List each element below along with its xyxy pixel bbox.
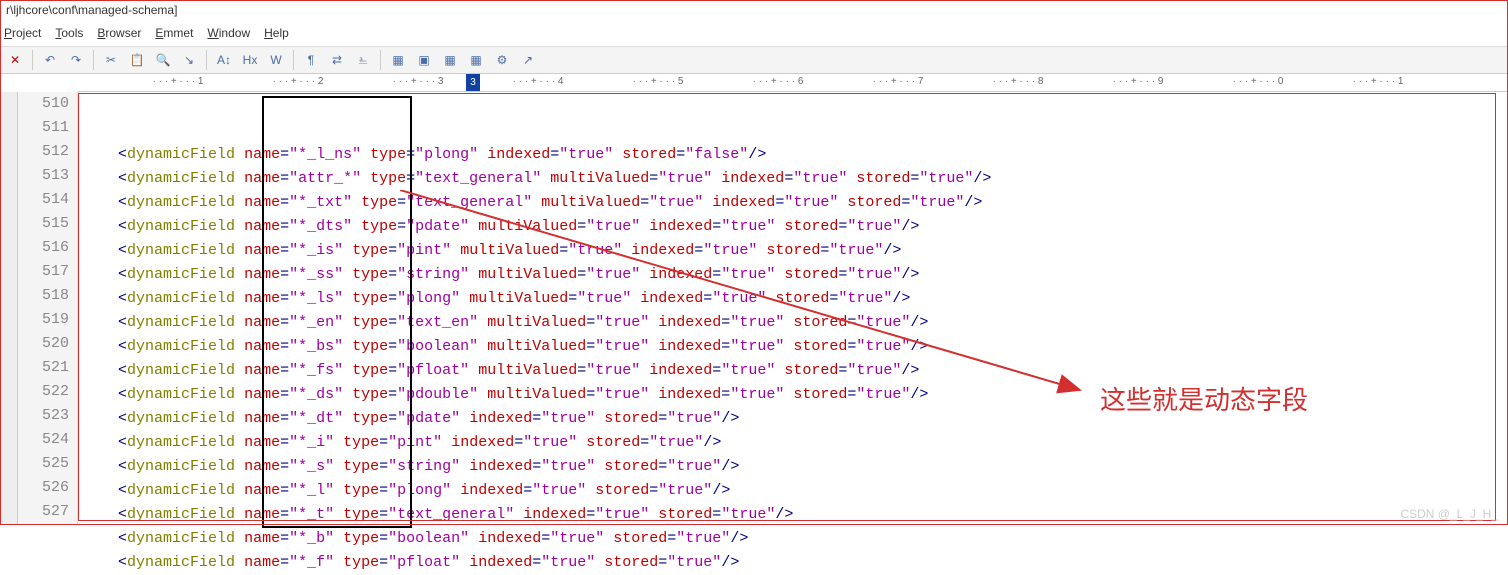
- ruler-mark: · · · + · · · 7: [873, 76, 924, 87]
- redo-icon: ↷: [71, 53, 81, 67]
- scissors-icon: ✂: [106, 53, 116, 67]
- ruler-caret: 3: [466, 74, 480, 92]
- code-area[interactable]: <dynamicField name="*_l_ns" type="plong"…: [78, 92, 1508, 525]
- undo-button[interactable]: ↶: [39, 49, 61, 71]
- close-x-red-icon: ✕: [10, 53, 20, 67]
- line-number: 516: [18, 236, 69, 260]
- code-line[interactable]: <dynamicField name="*_s" type="string" i…: [82, 455, 1508, 479]
- line-number: 527: [18, 500, 69, 524]
- indent-icon: ⇄: [332, 53, 342, 67]
- line-number-gutter: 5105115125135145155165175185195205215225…: [18, 92, 78, 525]
- code-line[interactable]: <dynamicField name="*_f" type="pfloat" i…: [82, 551, 1508, 575]
- outdent-icon: ¶: [308, 53, 314, 67]
- code-line[interactable]: <dynamicField name="*_l" type="plong" in…: [82, 479, 1508, 503]
- line-number: 517: [18, 260, 69, 284]
- line-number: 521: [18, 356, 69, 380]
- line-number: 522: [18, 380, 69, 404]
- ruler-mark: · · · + · · · 4: [513, 76, 564, 87]
- search-icon: 🔍: [156, 53, 171, 67]
- code-line[interactable]: <dynamicField name="*_en" type="text_en"…: [82, 311, 1508, 335]
- ruler-mark: · · · + · · · 6: [753, 76, 804, 87]
- goto-icon: ↘: [184, 53, 194, 67]
- line-number: 520: [18, 332, 69, 356]
- menu-tools[interactable]: Tools: [55, 26, 83, 44]
- scissors-button[interactable]: ✂: [100, 49, 122, 71]
- font-large-icon: A↕: [217, 53, 231, 67]
- run3-icon: ▦: [470, 53, 481, 67]
- ruler-mark: · · · + · · · 2: [273, 76, 324, 87]
- redo-button[interactable]: ↷: [65, 49, 87, 71]
- ruler-mark: · · · + · · · 5: [633, 76, 684, 87]
- line-number: 511: [18, 116, 69, 140]
- plugin-icon: ⚙: [497, 53, 508, 67]
- code-line[interactable]: <dynamicField name="*_l_ns" type="plong"…: [82, 143, 1508, 167]
- menu-emmet[interactable]: Emmet: [155, 26, 193, 44]
- search-button[interactable]: 🔍: [152, 49, 174, 71]
- goto-button[interactable]: ↘: [178, 49, 200, 71]
- ruler: · · · + · · · 1 · · · + · · · 2 · · · + · …: [78, 74, 1508, 92]
- hex-button[interactable]: Hx: [239, 49, 261, 71]
- line-number: 514: [18, 188, 69, 212]
- toolbar: ✕ ↶ ↷ ✂ 📋 🔍 ↘ A↕ Hx W ¶ ⇄ ⎁ ▦ ▣ ▦ ▦ ⚙ ↗: [0, 46, 1508, 74]
- ruler-mark: · · · + · · · 1: [153, 76, 204, 87]
- word-wrap-button[interactable]: W: [265, 49, 287, 71]
- left-vertical-tab[interactable]: [0, 92, 18, 525]
- watermark: CSDN @_L_J_H_: [1400, 507, 1498, 521]
- table-button[interactable]: ▦: [387, 49, 409, 71]
- ruler-mark: · · · + · · · 1: [1353, 76, 1404, 87]
- run2-icon: ▦: [444, 53, 455, 67]
- tabchars-button[interactable]: ⎁: [352, 49, 374, 71]
- run1-icon: ▣: [418, 53, 429, 67]
- paste-button[interactable]: 📋: [126, 49, 148, 71]
- line-number: 510: [18, 92, 69, 116]
- code-line[interactable]: <dynamicField name="*_b" type="boolean" …: [82, 527, 1508, 551]
- ruler-mark: · · · + · · · 9: [1113, 76, 1164, 87]
- code-line[interactable]: <dynamicField name="*_dts" type="pdate" …: [82, 215, 1508, 239]
- export-button[interactable]: ↗: [517, 49, 539, 71]
- code-line[interactable]: <dynamicField name="*_is" type="pint" mu…: [82, 239, 1508, 263]
- word-wrap-icon: W: [270, 53, 281, 67]
- menu-project[interactable]: Project: [4, 26, 41, 44]
- annotation-label: 这些就是动态字段: [1100, 380, 1308, 417]
- window-title: r\ljhcore\conf\managed-schema]: [0, 0, 1508, 24]
- ruler-mark: · · · + · · · 8: [993, 76, 1044, 87]
- code-line[interactable]: <dynamicField name="*_t" type="text_gene…: [82, 503, 1508, 527]
- menu-window[interactable]: Window: [207, 26, 250, 44]
- line-number: 525: [18, 452, 69, 476]
- line-number: 512: [18, 140, 69, 164]
- font-large-button[interactable]: A↕: [213, 49, 235, 71]
- paste-icon: 📋: [130, 53, 145, 67]
- line-number: 518: [18, 284, 69, 308]
- ruler-mark: · · · + · · · 3: [393, 76, 444, 87]
- code-line[interactable]: <dynamicField name="*_i" type="pint" ind…: [82, 431, 1508, 455]
- line-number: 519: [18, 308, 69, 332]
- undo-icon: ↶: [45, 53, 55, 67]
- code-line[interactable]: <dynamicField name="*_bs" type="boolean"…: [82, 335, 1508, 359]
- code-line[interactable]: <dynamicField name="*_ss" type="string" …: [82, 263, 1508, 287]
- run1-button[interactable]: ▣: [413, 49, 435, 71]
- code-line[interactable]: <dynamicField name="*_txt" type="text_ge…: [82, 191, 1508, 215]
- table-icon: ▦: [392, 53, 403, 67]
- close-x-red-button[interactable]: ✕: [4, 49, 26, 71]
- code-line[interactable]: <dynamicField name="attr_*" type="text_g…: [82, 167, 1508, 191]
- tabchars-icon: ⎁: [358, 53, 368, 68]
- indent-button[interactable]: ⇄: [326, 49, 348, 71]
- line-number: 524: [18, 428, 69, 452]
- line-number: 513: [18, 164, 69, 188]
- ruler-mark: · · · + · · · 0: [1233, 76, 1284, 87]
- outdent-button[interactable]: ¶: [300, 49, 322, 71]
- code-line[interactable]: <dynamicField name="*_ls" type="plong" m…: [82, 287, 1508, 311]
- line-number: 515: [18, 212, 69, 236]
- line-number: 526: [18, 476, 69, 500]
- hex-icon: Hx: [243, 53, 258, 67]
- run2-button[interactable]: ▦: [439, 49, 461, 71]
- menu-browser[interactable]: Browser: [97, 26, 141, 44]
- plugin-button[interactable]: ⚙: [491, 49, 513, 71]
- run3-button[interactable]: ▦: [465, 49, 487, 71]
- line-number: 523: [18, 404, 69, 428]
- menu-bar: Project Tools Browser Emmet Window Help: [0, 24, 1508, 46]
- menu-help[interactable]: Help: [264, 26, 289, 44]
- export-icon: ↗: [523, 53, 533, 67]
